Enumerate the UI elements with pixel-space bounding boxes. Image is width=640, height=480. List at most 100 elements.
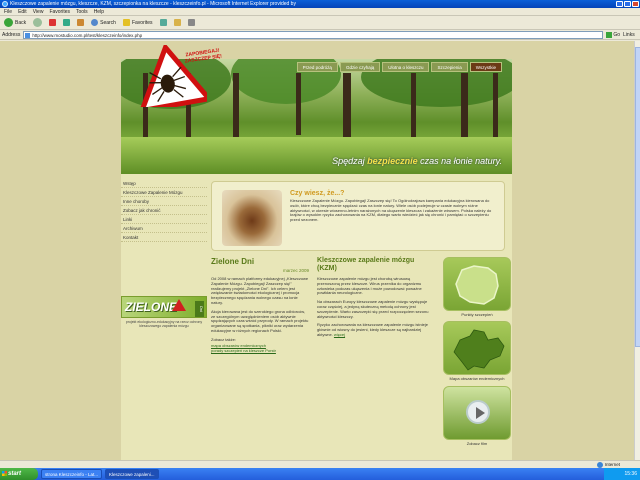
nav-item-wstep[interactable]: Wstęp [121,179,207,188]
warning-triangle-icon [172,299,186,311]
toolbar: Back Search Favorites [0,16,640,30]
banner-side: Dni [195,301,204,317]
article-paragraph: Od 2008 w ramach platformy edukacyjnej „… [211,276,309,305]
browser-viewport: Spędzaj bezpiecznie czas na łonie natury… [0,41,634,460]
mail-button[interactable] [172,18,183,28]
article-title: Zielone Dni [211,257,255,266]
taskbar: start strona Kleszczeinfo - Lat... Klesz… [0,468,640,480]
address-input[interactable]: http://www.mostudio.com.pl/test/kleszcze… [23,30,604,39]
taskbar-item[interactable]: Kleszczowe zapaleni... [105,469,159,479]
start-label: start [8,471,22,477]
tab-wszystkie[interactable]: Wszystkie [469,62,502,72]
favorites-button[interactable]: Favorites [121,18,155,28]
did-you-know-title: Czy wiesz, że...? [290,190,345,197]
kzm-paragraph: Ryzyko zachorowania na kleszczowe zapale… [317,322,428,337]
stop-button[interactable] [47,18,58,28]
home-button[interactable] [75,18,86,28]
history-button[interactable] [158,18,169,28]
tab-ulotna[interactable]: Ulotna o kleszczu [382,62,430,72]
banner-text: ZIELONE [125,300,178,314]
windows-logo-icon [2,471,7,476]
system-tray: 15:36 [604,468,640,480]
nav-item-jak-chronic[interactable]: Zobacz jak chronić [121,206,207,215]
taskbar-item[interactable]: strona Kleszczeinfo - Lat... [41,469,103,479]
go-label: Go [613,31,621,38]
slogan: Spędzaj bezpiecznie czas na łonie natury… [332,156,502,166]
links-button[interactable]: Links [623,32,635,38]
nav-item-kontakt[interactable]: Kontakt [121,233,207,242]
menu-favorites[interactable]: Favorites [49,8,70,15]
forward-arrow-icon [33,18,43,27]
status-bar: Internet [0,460,640,468]
nav-item-linki[interactable]: Linki [121,215,207,224]
back-label: Back [15,19,27,26]
forward-button[interactable] [31,18,44,28]
top-navigation: Przed podróżą Gdzie czyhają Ulotna o kle… [296,62,502,72]
menu-edit[interactable]: Edit [18,8,27,15]
kzm-article: Kleszczowe zapalenie mózgu (KZM) Kleszcz… [317,257,429,338]
close-icon[interactable] [632,1,639,7]
widget-mapa-obszarow[interactable]: Mapa obszarów endemicznych [443,321,511,381]
tab-szczepienia[interactable]: Szczepienia [431,62,468,72]
address-label: Address [2,31,21,38]
minimize-icon[interactable] [616,1,623,7]
ie-icon [2,1,8,7]
vertical-scrollbar[interactable] [634,41,640,460]
go-button[interactable]: Go [606,31,621,38]
nav-item-kzm[interactable]: Kleszczowe Zapalenie Mózgu [121,188,207,197]
menu-view[interactable]: View [33,8,44,15]
nav-item-inne-choroby[interactable]: Inne choroby [121,197,207,206]
tab-przed-podroza[interactable]: Przed podróżą [296,62,338,72]
tab-gdzie-czyhaja[interactable]: Gdzie czyhają [339,62,381,72]
kzm-title: Kleszczowe zapalenie mózgu (KZM) [317,257,415,272]
menu-file[interactable]: File [4,8,12,15]
search-button[interactable]: Search [89,18,118,28]
poland-map [443,257,511,311]
address-bar: Address http://www.mostudio.com.pl/test/… [0,30,640,40]
search-icon [91,19,99,26]
start-button[interactable]: start [0,468,38,480]
print-icon [187,19,195,26]
web-page: Spędzaj bezpiecznie czas na łonie natury… [121,42,512,460]
home-icon [77,19,85,26]
menu-tools[interactable]: Tools [76,8,88,15]
europe-map [443,321,511,375]
refresh-button[interactable] [61,18,72,28]
print-button[interactable] [186,18,197,28]
address-url: http://www.mostudio.com.pl/test/kleszcze… [32,32,143,38]
kzm-paragraph: Kleszczowe zapalenie mózgu jest chorobą … [317,276,422,296]
widget-caption: Zobacz film [466,441,488,446]
window-controls [616,1,639,7]
go-arrow-icon [606,31,613,38]
scroll-thumb[interactable] [635,47,640,347]
maximize-icon[interactable] [624,1,631,7]
menu-help[interactable]: Help [94,8,104,15]
zielone-dni-article: Zielone Dni marzec 2009 Od 2008 w ramach… [211,257,309,353]
favorites-label: Favorites [131,19,153,26]
nav-item-archiwum[interactable]: Archiwum [121,224,207,233]
play-icon[interactable] [466,400,490,424]
stop-icon [49,19,57,26]
left-navigation: Wstęp Kleszczowe Zapalenie Mózgu Inne ch… [121,179,207,242]
more-link[interactable]: więcej [334,332,345,337]
page-icon [25,32,31,38]
site-logo[interactable]: ZAPOBIEGAJ! ZASZCZEP SIĘ! [135,42,222,114]
widget-caption: Mapa obszarów endemicznych [449,376,505,381]
article-paragraph: Akcja kierowana jest do szerokiego grona… [211,308,309,333]
widget-punkty[interactable]: Punkty szczepień [443,257,511,317]
zielone-dni-banner[interactable]: ZIELONE Dni [121,296,207,318]
star-icon [122,19,130,26]
europe-map-icon [453,329,505,371]
widget-film[interactable]: Zobacz film [443,386,511,446]
video-thumbnail [443,386,511,440]
tick-photo [222,190,282,246]
did-you-know-body: Kleszczowe Zapalenie Mózgu. Zapobiegaj! … [290,198,492,223]
refresh-icon [63,19,71,26]
banner-caption: projekt ekologiczno-edukacyjny na rzecz … [125,320,203,328]
back-button[interactable]: Back [2,18,28,28]
history-icon [159,19,167,26]
article-date: marzec 2009 [282,268,309,273]
link-porady[interactable]: porady szczepień na kleszcze Porstr [211,348,309,353]
window-title: Kleszczowe zapalenie mózgu, kleszcze, KZ… [10,1,296,7]
back-arrow-icon [4,18,13,27]
